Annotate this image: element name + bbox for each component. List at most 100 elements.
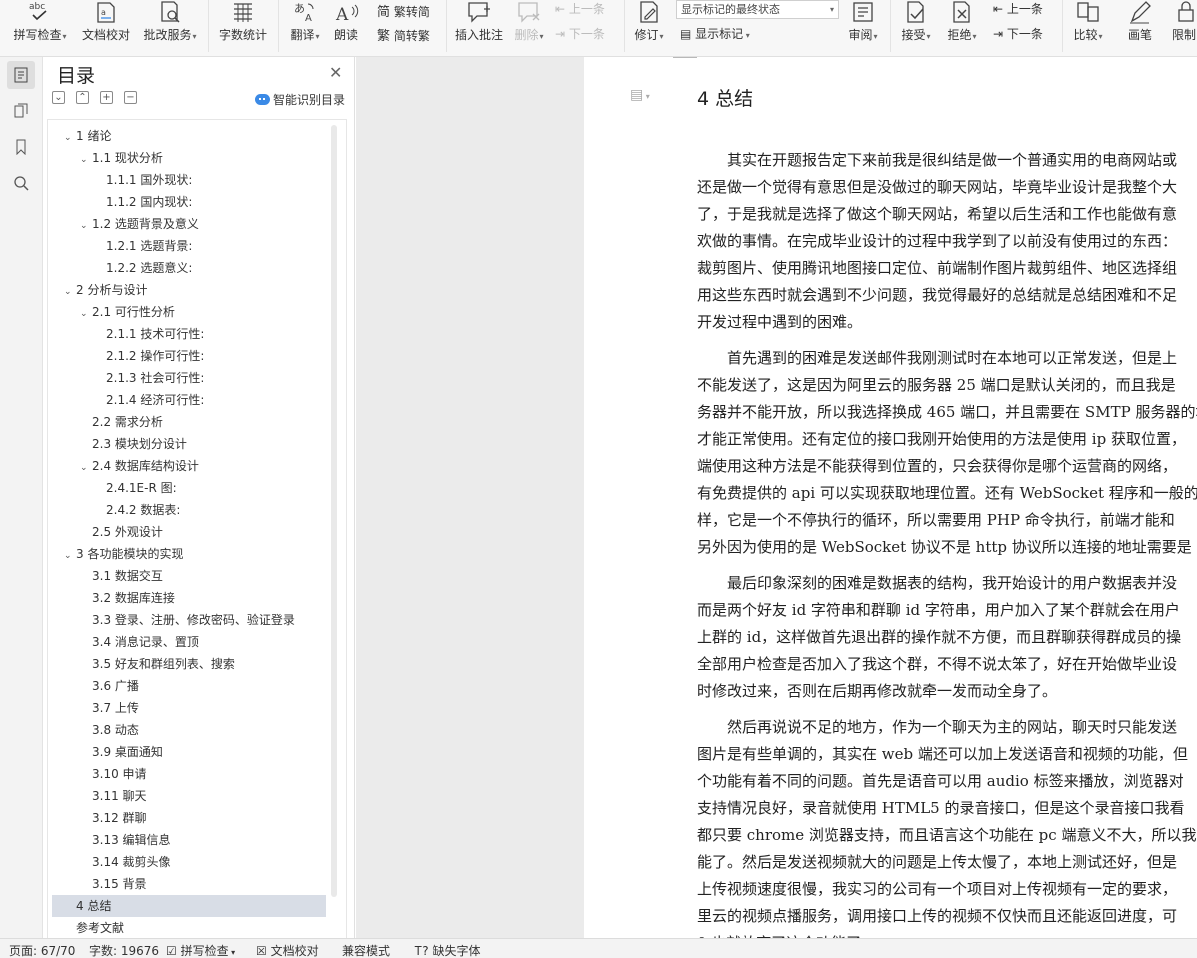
toc-item[interactable]: 2.2 需求分析 — [48, 411, 163, 433]
word-count-button[interactable]: 字数统计 — [214, 0, 272, 42]
prev-change-button[interactable]: ⇤ 上一条 — [993, 0, 1043, 17]
toc-item[interactable]: 1.2.1 选题背景: — [48, 235, 192, 257]
markup-mode-select[interactable]: 显示标记的最终状态 ▾ — [676, 0, 839, 19]
toc-item[interactable]: 参考文献 — [48, 917, 124, 938]
review-pane-label: 审阅 — [848, 28, 873, 42]
chevron-down-icon[interactable]: ⌄ — [80, 149, 92, 171]
toc-item[interactable]: 4 总结 — [52, 895, 326, 917]
chevron-down-icon[interactable]: ⌄ — [80, 215, 92, 237]
chevron-down-icon[interactable]: ⌄ — [80, 457, 92, 479]
spellcheck-button[interactable]: abc 拼写检查▾ — [8, 0, 72, 42]
toc-item[interactable]: 1.1.2 国内现状: — [48, 191, 192, 213]
track-changes-button[interactable]: 修订▾ — [630, 0, 668, 42]
insert-comment-button[interactable]: 插入批注 — [452, 0, 506, 42]
close-icon[interactable]: ✕ — [329, 63, 342, 82]
toc-item[interactable]: 1.2.2 选题意义: — [48, 257, 192, 279]
toc-item[interactable]: ⌄ 1 绪论 — [48, 125, 111, 147]
toc-item[interactable]: 3.3 登录、注册、修改密码、验证登录 — [48, 609, 295, 631]
toc-item[interactable]: 3.4 消息记录、置顶 — [48, 631, 199, 653]
prev-comment-label: 上一条 — [568, 2, 605, 16]
toc-item[interactable]: 2.4.2 数据表: — [48, 499, 180, 521]
toc-scrollbar[interactable] — [331, 125, 337, 897]
next-comment-button[interactable]: ⇥ 下一条 — [555, 25, 605, 42]
toc-item[interactable]: ⌄ 2.4 数据库结构设计 — [48, 455, 199, 477]
expand-all-icon[interactable]: ⌃ — [76, 91, 89, 104]
ink-button[interactable]: 画笔 — [1120, 0, 1160, 42]
toc-item[interactable]: 2.1.1 技术可行性: — [48, 323, 204, 345]
insert-comment-label: 插入批注 — [454, 28, 503, 42]
toc-item[interactable]: 3.8 动态 — [48, 719, 139, 741]
review-ribbon: abc 拼写检查▾ a 文档校对 批改服务▾ 字数统计 あA 翻译▾ A 朗读 … — [0, 0, 1197, 57]
smart-toc-button[interactable]: 智能识别目录 — [255, 91, 345, 108]
chapter-nav-button[interactable] — [7, 97, 35, 125]
toc-item[interactable]: ⌄ 1.1 现状分析 — [48, 147, 163, 169]
chevron-down-icon[interactable]: ⌄ — [64, 127, 76, 149]
toc-item[interactable]: 3.15 背景 — [48, 873, 147, 895]
font-warning-icon: Ꭲ? — [415, 944, 429, 958]
section-heading: 4 总结 — [697, 88, 754, 110]
review-service-button[interactable]: 批改服务▾ — [138, 0, 202, 42]
status-spellcheck-button[interactable]: ☑ 拼写检查 ▾ — [166, 942, 235, 958]
toc-item[interactable]: 3.11 聊天 — [48, 785, 147, 807]
to-traditional-button[interactable]: 简 繁转简 — [377, 1, 430, 20]
word-count-indicator[interactable]: 字数: 19676 — [89, 942, 159, 958]
status-proofread-button[interactable]: ☒ 文档校对 — [256, 942, 319, 958]
toc-item[interactable]: 2.1.3 社会可行性: — [48, 367, 204, 389]
bookmark-icon — [16, 139, 26, 155]
bookmark-button[interactable] — [7, 133, 35, 161]
proofread-button[interactable]: a 文档校对 — [78, 0, 134, 42]
to-traditional-label: 繁转简 — [393, 5, 430, 19]
remove-entry-icon[interactable]: − — [124, 91, 137, 104]
chevron-down-icon[interactable]: ⌄ — [64, 545, 76, 567]
chevron-down-icon[interactable]: ⌄ — [64, 281, 76, 303]
delete-comment-button[interactable]: 删除▾ — [510, 0, 548, 42]
accept-label: 接受 — [901, 28, 926, 42]
collapse-all-icon[interactable]: ⌄ — [52, 91, 65, 104]
toc-item[interactable]: ⌄ 2 分析与设计 — [48, 279, 147, 301]
prev-change-icon: ⇤ — [993, 2, 1004, 16]
review-pane-button[interactable]: 审阅▾ — [842, 0, 884, 42]
to-simplified-button[interactable]: 繁 简转繁 — [377, 25, 430, 44]
toc-panel-button[interactable] — [7, 61, 35, 89]
find-button[interactable] — [7, 169, 35, 197]
page-indicator[interactable]: 页面: 67/70 — [9, 942, 75, 958]
next-change-button[interactable]: ⇥ 下一条 — [993, 25, 1043, 42]
accept-button[interactable]: 接受▾ — [896, 0, 936, 42]
toc-item[interactable]: 3.1 数据交互 — [48, 565, 163, 587]
add-entry-icon[interactable]: + — [100, 91, 113, 104]
toc-item[interactable]: 3.12 群聊 — [48, 807, 147, 829]
toc-item[interactable]: 2.5 外观设计 — [48, 521, 163, 543]
toc-item[interactable]: 3.6 广播 — [48, 675, 139, 697]
toc-item[interactable]: 3.13 编辑信息 — [48, 829, 171, 851]
toc-item[interactable]: ⌄ 2.1 可行性分析 — [48, 301, 175, 323]
toc-item[interactable]: 3.14 裁剪头像 — [48, 851, 171, 873]
toc-item[interactable]: ⌄ 1.2 选题背景及意义 — [48, 213, 199, 235]
track-changes-icon — [640, 1, 658, 23]
document-page[interactable]: ▤ ▾ 4 总结 其实在开题报告定下来前我是很纠结是做一个普通实用的电商网站或还… — [584, 57, 1197, 938]
toc-item[interactable]: 3.2 数据库连接 — [48, 587, 175, 609]
toc-item[interactable]: 2.1.2 操作可行性: — [48, 345, 204, 367]
show-markup-button[interactable]: ▤ 显示标记 ▾ — [680, 25, 750, 42]
reject-button[interactable]: 拒绝▾ — [942, 0, 982, 42]
toc-item[interactable]: 2.3 模块划分设计 — [48, 433, 187, 455]
toc-item[interactable]: 3.5 好友和群组列表、搜索 — [48, 653, 235, 675]
toc-item[interactable]: 1.1.1 国外现状: — [48, 169, 192, 191]
compare-button[interactable]: 比较▾ — [1066, 0, 1110, 42]
prev-comment-button[interactable]: ⇤ 上一条 — [555, 0, 605, 17]
missing-font-label: 缺失字体 — [432, 944, 481, 958]
missing-font-button[interactable]: Ꭲ? 缺失字体 — [415, 942, 480, 958]
toc-item[interactable]: 2.1.4 经济可行性: — [48, 389, 204, 411]
toc-item[interactable]: 3.7 上传 — [48, 697, 139, 719]
toc-item[interactable]: 3.9 桌面通知 — [48, 741, 163, 763]
restrict-editing-button[interactable]: 限制 — [1166, 0, 1197, 42]
toc-item-label: 2.3 模块划分设计 — [92, 437, 187, 451]
simplified-icon: 繁 — [377, 29, 391, 44]
toc-item[interactable]: ⌄ 3 各功能模块的实现 — [48, 543, 183, 565]
paragraph-menu-icon[interactable]: ▤ ▾ — [630, 87, 650, 103]
chevron-down-icon[interactable]: ⌄ — [80, 303, 92, 325]
read-aloud-button[interactable]: A 朗读 — [328, 0, 364, 42]
translate-button[interactable]: あA 翻译▾ — [284, 0, 326, 42]
toc-item[interactable]: 3.10 申请 — [48, 763, 147, 785]
toc-item[interactable]: 2.4.1E-R 图: — [48, 477, 177, 499]
toc-item-label: 3.1 数据交互 — [92, 569, 163, 583]
